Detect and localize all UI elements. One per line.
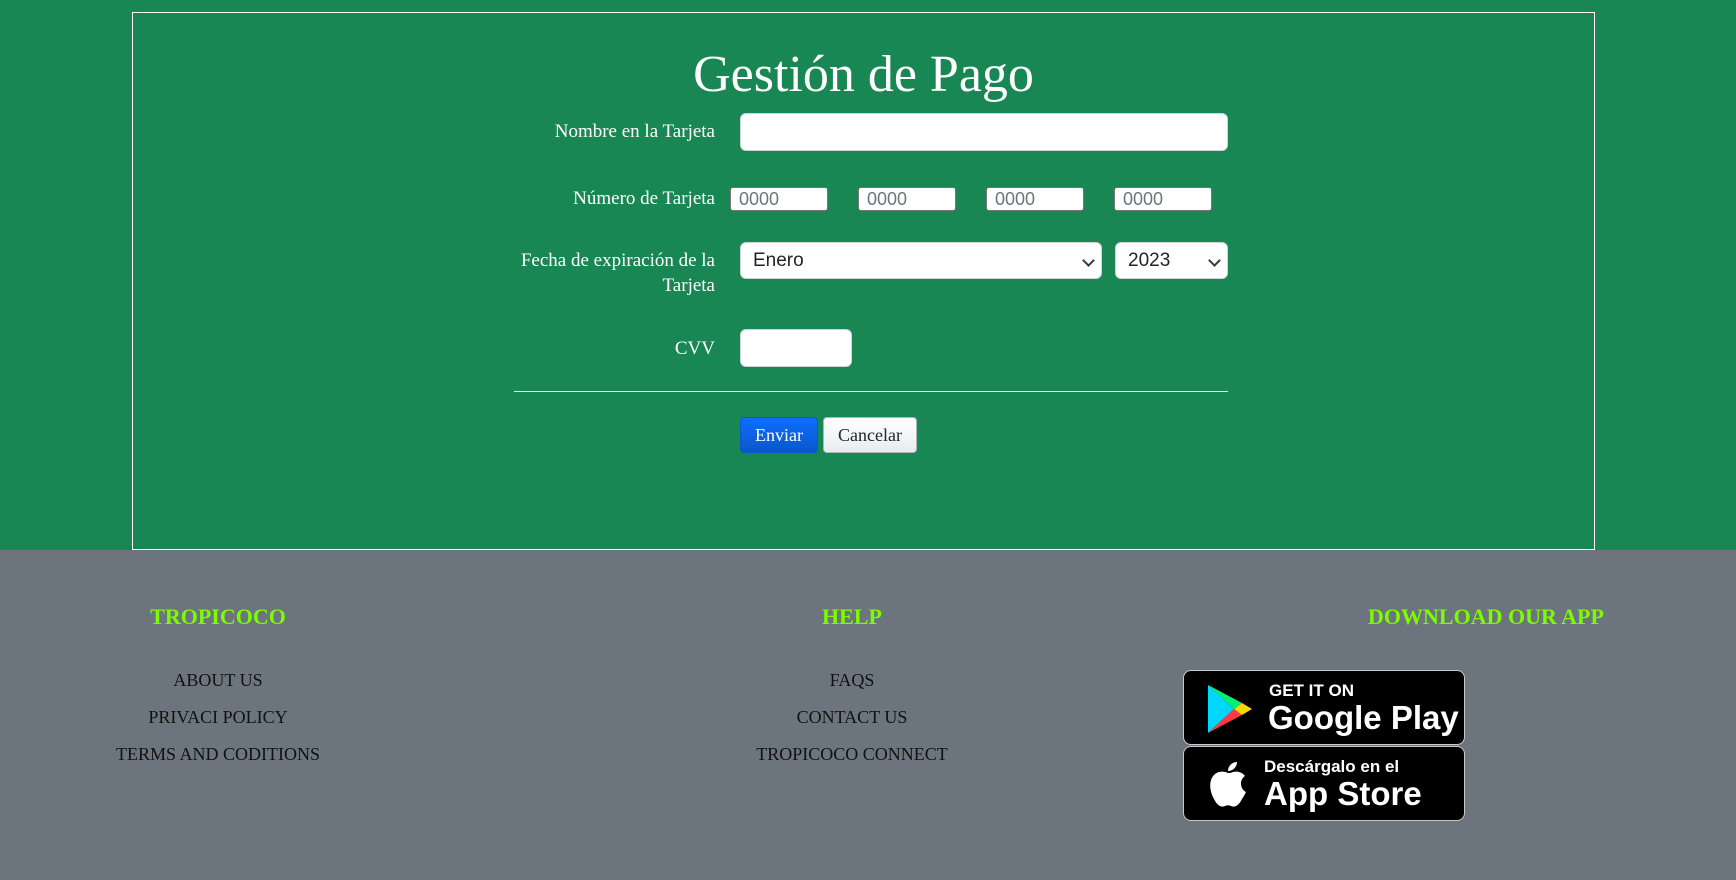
chevron-down-icon [1208, 254, 1221, 267]
google-play-big-text: Google Play [1268, 699, 1459, 736]
app-store-small-text: Descárgalo en el [1264, 757, 1400, 776]
expiry-year-select[interactable]: 2023 [1115, 242, 1228, 279]
google-play-badge[interactable]: GET IT ON Google Play [1183, 670, 1465, 745]
submit-button[interactable]: Enviar [740, 417, 818, 453]
card-number-group-4[interactable]: 0000 [1114, 187, 1212, 211]
footer-link-faqs[interactable]: FAQS [652, 670, 1052, 691]
card-number-label: Número de Tarjeta [573, 188, 715, 209]
apple-icon [1210, 762, 1246, 807]
payment-section: Gestión de Pago Nombre en la Tarjeta Núm… [0, 0, 1736, 550]
chevron-down-icon [1082, 254, 1095, 267]
card-name-label: Nombre en la Tarjeta [554, 121, 715, 142]
card-number-group-2[interactable]: 0000 [858, 187, 956, 211]
expiry-label-line-2: Tarjeta [662, 275, 715, 296]
expiry-label: Fecha de expiración de la Tarjeta [460, 248, 715, 298]
footer-link-tropicoco-connect[interactable]: TROPICOCO CONNECT [652, 744, 1052, 765]
cvv-input[interactable] [740, 329, 852, 367]
footer-heading-download-app: DOWNLOAD OUR APP [1368, 604, 1604, 629]
cancel-button[interactable]: Cancelar [823, 417, 917, 453]
footer-link-about-us[interactable]: ABOUT US [0, 670, 436, 691]
google-play-icon [1208, 685, 1252, 733]
app-store-badge[interactable]: Descárgalo en el App Store [1183, 746, 1465, 821]
form-divider [514, 391, 1228, 392]
card-number-group-1[interactable]: 0000 [730, 187, 828, 211]
footer-link-terms[interactable]: TERMS AND CODITIONS [0, 744, 436, 765]
expiry-year-value: 2023 [1128, 250, 1171, 271]
payment-form-panel: Gestión de Pago [132, 12, 1595, 550]
cvv-label: CVV [674, 338, 715, 359]
footer-link-contact-us[interactable]: CONTACT US [652, 707, 1052, 728]
footer-heading-help: HELP [822, 604, 882, 629]
expiry-label-line-1: Fecha de expiración de la [520, 250, 715, 271]
expiry-month-select[interactable]: Enero [740, 242, 1102, 279]
app-store-big-text: App Store [1264, 775, 1422, 812]
google-play-small-text: GET IT ON [1269, 681, 1354, 700]
expiry-month-value: Enero [753, 250, 804, 271]
footer-heading-tropicoco: TROPICOCO [150, 604, 286, 629]
card-number-group-3[interactable]: 0000 [986, 187, 1084, 211]
footer-link-privacy-policy[interactable]: PRIVACI POLICY [0, 707, 436, 728]
page-title: Gestión de Pago [693, 46, 1034, 103]
card-name-input[interactable] [740, 113, 1228, 151]
